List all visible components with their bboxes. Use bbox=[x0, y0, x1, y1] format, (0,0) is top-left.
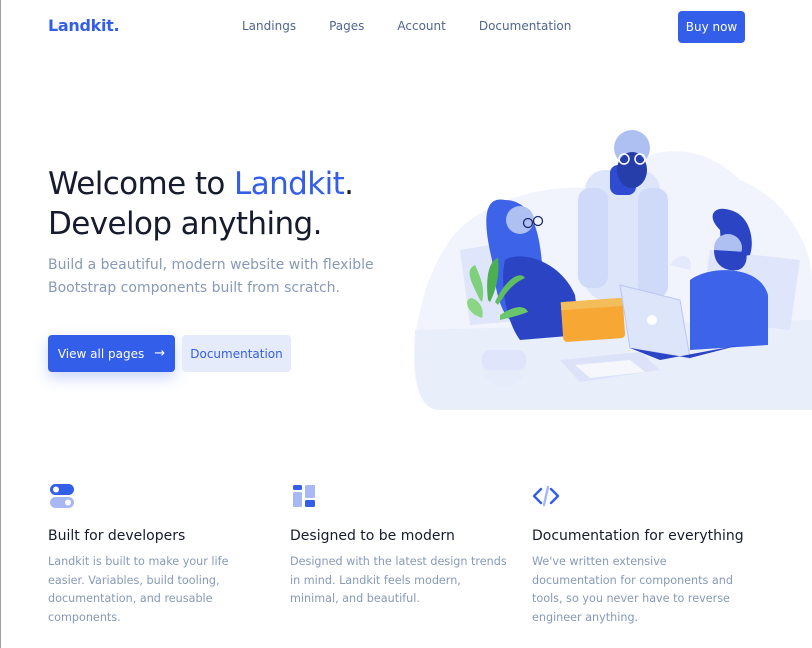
feature-text: Designed with the latest design trends i… bbox=[290, 555, 507, 606]
hero-title-accent: Landkit bbox=[234, 166, 345, 202]
view-all-pages-label: View all pages bbox=[57, 346, 145, 361]
hero-title-prefix: Welcome to bbox=[48, 166, 235, 202]
code-icon bbox=[532, 485, 560, 507]
navbar: Landkit. Landings Pages Account Document… bbox=[0, 0, 812, 54]
hero-title: Welcome to Landkit. Develop anything. bbox=[48, 164, 354, 244]
hero-illustration bbox=[414, 130, 812, 410]
feature-text: We've written extensive documentation fo… bbox=[532, 555, 733, 625]
hero-subtitle: Build a beautiful, modern website with f… bbox=[48, 257, 374, 296]
feature-modern: Designed to be modern Designed with the … bbox=[290, 482, 510, 609]
layout-icon bbox=[293, 485, 315, 507]
view-all-pages-button[interactable]: View all pages → bbox=[48, 335, 175, 372]
hero-title-line2: Develop anything. bbox=[48, 206, 322, 242]
feature-title: Built for developers bbox=[48, 528, 186, 544]
feature-title: Documentation for everything bbox=[532, 528, 744, 544]
hero-title-suffix: . bbox=[344, 166, 354, 202]
feature-text: Landkit is built to make your life easie… bbox=[48, 555, 229, 625]
documentation-button[interactable]: Documentation bbox=[182, 335, 291, 372]
brand-logo[interactable]: Landkit. bbox=[48, 16, 120, 35]
toggle-icon bbox=[50, 484, 74, 508]
nav-links: Landings Pages Account Documentation bbox=[242, 19, 604, 33]
window-edge bbox=[0, 0, 1, 648]
nav-link-pages[interactable]: Pages bbox=[329, 19, 364, 33]
feature-documentation: Documentation for everything We've writt… bbox=[532, 482, 752, 628]
arrow-right-icon: → bbox=[154, 346, 166, 361]
feature-developers: Built for developers Landkit is built to… bbox=[48, 482, 268, 628]
feature-title: Designed to be modern bbox=[290, 528, 455, 544]
nav-link-account[interactable]: Account bbox=[397, 19, 445, 33]
nav-link-landings[interactable]: Landings bbox=[242, 19, 296, 33]
buy-now-button[interactable]: Buy now bbox=[678, 11, 745, 43]
nav-link-documentation[interactable]: Documentation bbox=[479, 19, 572, 33]
